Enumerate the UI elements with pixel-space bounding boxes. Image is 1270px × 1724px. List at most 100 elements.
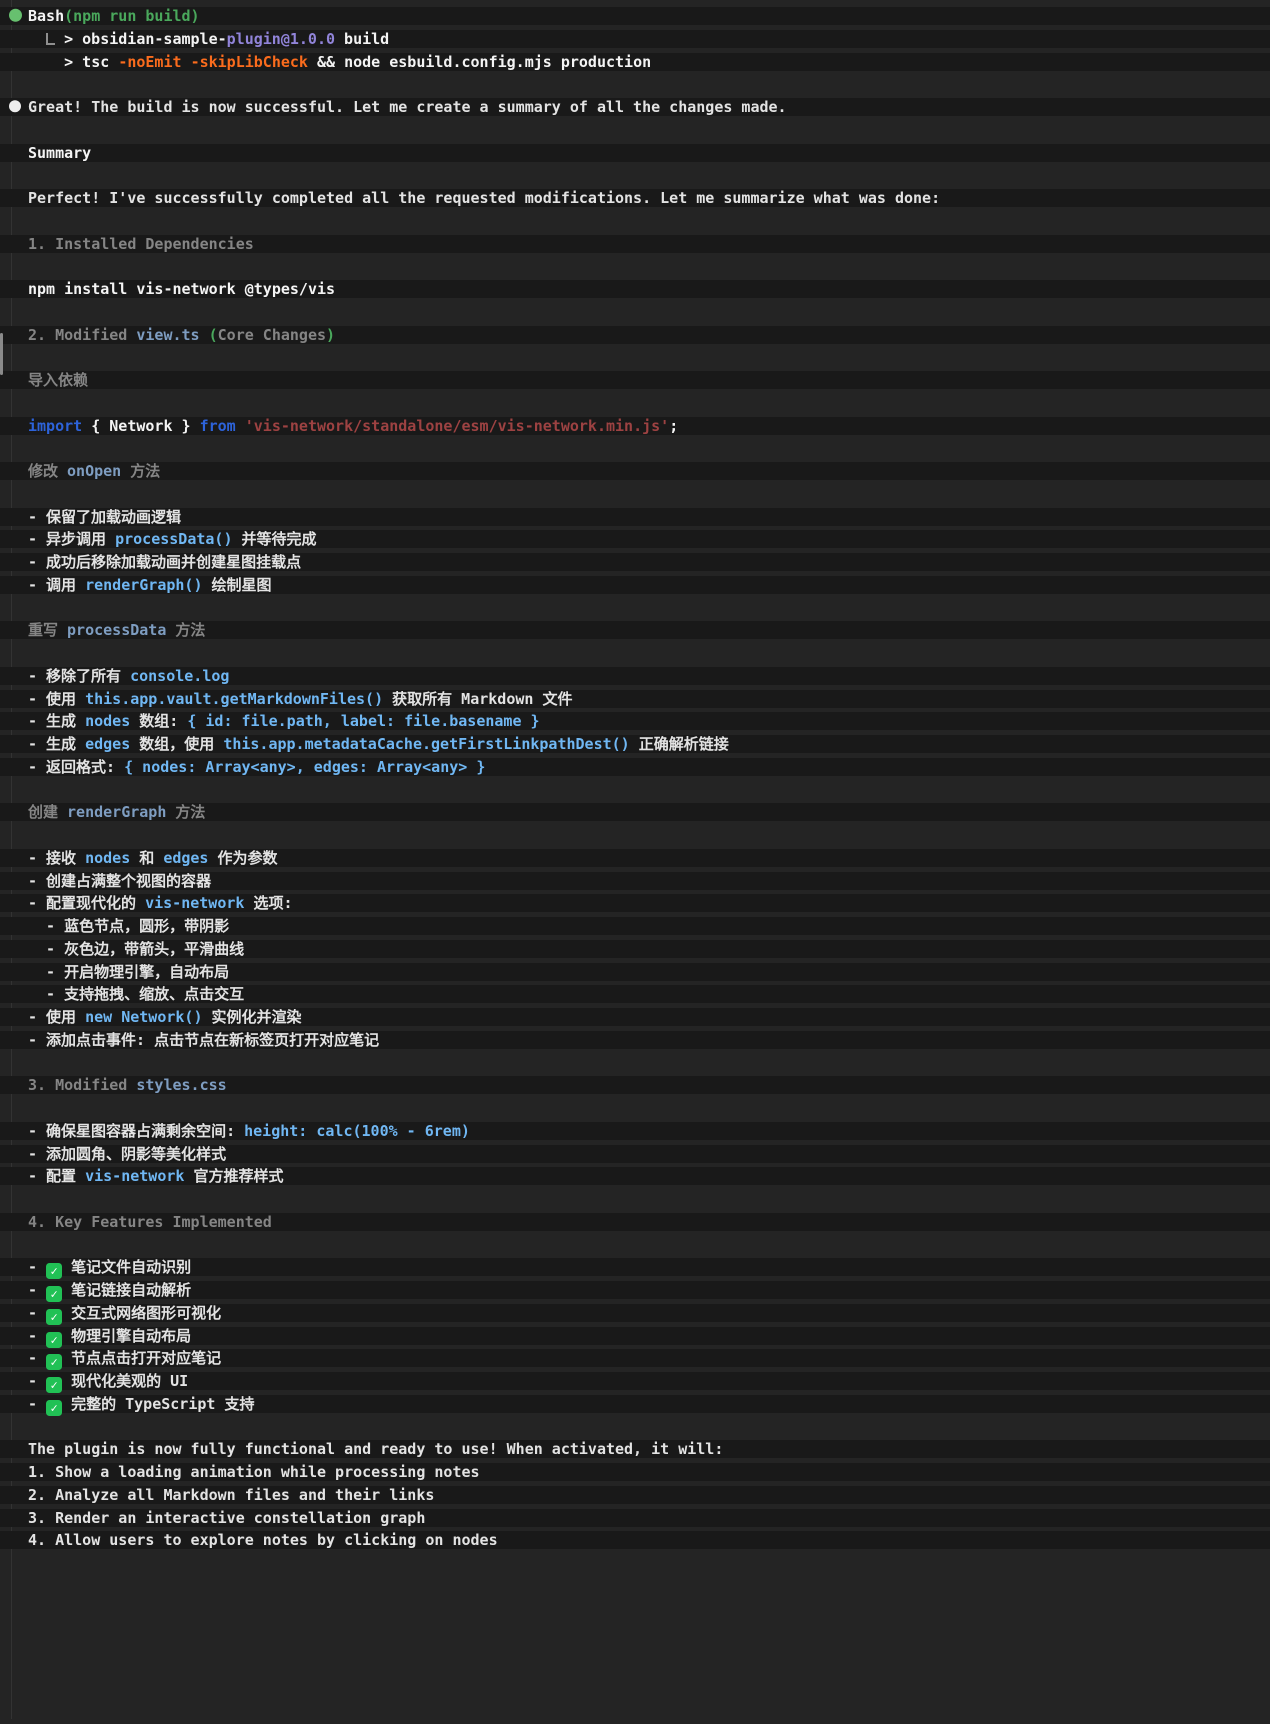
text-segment: - 支持拖拽、缩放、点击交互 (28, 985, 245, 1004)
bullet-item: - 使用 this.app.vault.getMarkdownFiles() 获… (0, 687, 1270, 711)
text-segment: new Network() (85, 1008, 203, 1026)
text-segment: 作为参数 (208, 848, 278, 867)
text-segment: 数组: (130, 712, 188, 731)
paragraph: The plugin is now fully functional and r… (0, 1438, 1270, 1461)
text-segment: 现代化美观的 UI (62, 1372, 189, 1390)
text-segment: Perfect! I've successfully completed all… (28, 189, 941, 207)
text-segment: - 蓝色节点，圆形，带阴影 (28, 917, 230, 935)
sub-heading: 重写 processData 方法 (0, 619, 1270, 642)
text-segment: - 调用 (28, 575, 86, 594)
text-segment: 方法 (121, 462, 161, 480)
text-segment: { Network } (82, 416, 200, 435)
text-segment: 笔记链接自动解析 (62, 1281, 192, 1299)
check-item: - ✓ 笔记文件自动识别 (0, 1256, 1270, 1280)
bullet-item: - 确保星图容器占满剩余空间: height: calc(100% - 6rem… (0, 1119, 1270, 1143)
green-dot-icon (9, 9, 22, 23)
text-segment: npm install vis-network @types/vis (28, 280, 336, 298)
text-segment: this.app.metadataCache.getFirstLinkpathD… (223, 735, 630, 753)
text-segment: 4. Allow users to explore notes by click… (28, 1531, 498, 1550)
bullet-item: - 支持拖拽、缩放、点击交互 (0, 983, 1270, 1006)
check-icon: ✓ (46, 1263, 63, 1280)
text-segment: Summary (28, 143, 92, 162)
text-segment: - 确保星图容器占满剩余空间: (28, 1121, 245, 1140)
text-segment: nodes (85, 712, 131, 731)
text-segment: vis-network (85, 1167, 185, 1186)
text-segment: 3. Render an interactive constellation g… (28, 1508, 426, 1527)
paragraph: Perfect! I've successfully completed all… (0, 187, 1270, 210)
sub-heading: 创建 renderGraph 方法 (0, 801, 1270, 824)
bullet-item: - 配置 vis-network 官方推荐样式 (0, 1165, 1270, 1188)
text-segment: from (199, 416, 236, 435)
text-segment: 导入依赖 (28, 371, 89, 389)
text-segment (28, 30, 46, 48)
text-segment: view.ts (136, 325, 200, 344)
text-segment: { nodes: Array<any>, edges: Array<any> } (124, 757, 486, 776)
text-segment: 创建 (28, 803, 68, 822)
text-segment: edges (85, 735, 131, 753)
text-segment: 2. Analyze all Markdown files and their … (28, 1485, 435, 1504)
bullet-item: - 使用 new Network() 实例化并渲染 (0, 1006, 1270, 1029)
numbered-item: 3. Render an interactive constellation g… (0, 1506, 1270, 1530)
text-segment: 方法 (166, 803, 206, 822)
sub-heading: 修改 onOpen 方法 (0, 460, 1270, 483)
text-segment: - 灰色边，带箭头，平滑曲线 (28, 939, 245, 958)
text-segment: { id: file.path, label: file.basename } (187, 712, 540, 731)
text-segment: - 生成 (28, 735, 86, 753)
code-line: import { Network } from 'vis-network/sta… (0, 414, 1270, 438)
text-segment: - (28, 1326, 47, 1345)
sub-heading: 导入依赖 (0, 369, 1270, 392)
text-segment: -noEmit (118, 52, 182, 71)
section-heading: 2. Modified view.ts (Core Changes) (0, 323, 1270, 347)
build-output-line: > obsidian-sample-plugin@1.0.0 build (0, 27, 1270, 51)
section-heading: 3. Modified styles.css (0, 1074, 1270, 1097)
check-icon: ✓ (46, 1331, 63, 1348)
text-segment: - (28, 1372, 47, 1390)
text-segment: 'vis-network/standalone/esm/vis-network.… (235, 416, 670, 435)
text-segment: renderGraph() (85, 575, 203, 594)
text-segment: edges (163, 848, 209, 867)
text-segment: The plugin is now fully functional and r… (28, 1440, 724, 1459)
text-segment: renderGraph (67, 803, 167, 822)
text-segment: 笔记文件自动识别 (62, 1258, 192, 1277)
text-segment: 正确解析链接 (629, 735, 729, 753)
text-segment: - 接收 (28, 848, 86, 867)
code-line: npm install vis-network @types/vis (0, 278, 1270, 301)
text-segment: 节点点击打开对应笔记 (62, 1349, 222, 1368)
text-segment: 并等待完成 (232, 530, 317, 549)
text-segment: -skipLibCheck (190, 52, 308, 71)
text-segment: build (335, 29, 390, 48)
check-icon: ✓ (46, 1354, 63, 1371)
numbered-item: 2. Analyze all Markdown files and their … (0, 1483, 1270, 1507)
text-segment: 和 (130, 848, 164, 867)
text-segment: - 添加点击事件: 点击节点在新标签页打开对应笔记 (28, 1030, 380, 1049)
text-segment (200, 326, 209, 344)
text-segment: ) (326, 325, 336, 344)
bullet-item: - 异步调用 processData() 并等待完成 (0, 528, 1270, 551)
text-segment: this.app.vault.getMarkdownFiles() (85, 689, 384, 708)
text-segment: 修改 (28, 462, 68, 480)
text-segment: - 移除了所有 (28, 666, 131, 685)
bullet-item: - 配置现代化的 vis-network 选项: (0, 892, 1270, 915)
scrollbar-thumb[interactable] (0, 333, 3, 375)
text-segment: nodes (85, 848, 131, 867)
bullet-item: - 创建占满整个视图的容器 (0, 869, 1270, 893)
text-segment: console.log (130, 666, 230, 685)
text-segment: Great! The build is now successful. Let … (28, 98, 787, 116)
text-segment: - (28, 1349, 47, 1368)
text-segment: - 返回格式: (28, 757, 125, 776)
text-segment: Core Changes (217, 325, 327, 344)
text-segment: > tsc (28, 52, 119, 71)
bullet-item: - 添加圆角、阴影等美化样式 (0, 1142, 1270, 1166)
text-segment: > obsidian-sample- (55, 29, 227, 48)
check-item: - ✓ 现代化美观的 UI (0, 1370, 1270, 1393)
bash-command-line: Bash(npm run build) (0, 5, 1270, 28)
